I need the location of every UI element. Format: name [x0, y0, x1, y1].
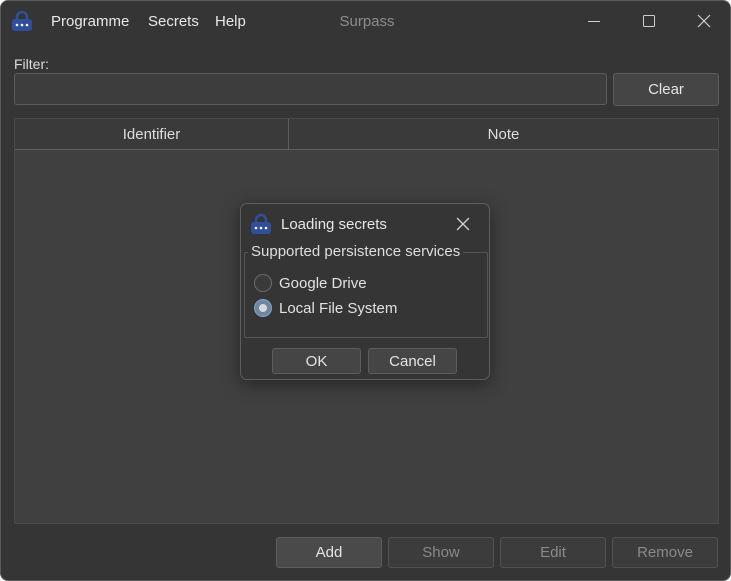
window-title: Surpass	[339, 13, 395, 30]
persistence-services-group	[244, 252, 488, 338]
radio-local-file-system[interactable]: Local File System	[254, 298, 397, 318]
lock-icon	[251, 213, 271, 234]
clear-button[interactable]: Clear	[613, 73, 719, 106]
menu-programme[interactable]: Programme	[51, 13, 129, 30]
dialog-title: Loading secrets	[281, 216, 387, 233]
group-title: Supported persistence services	[248, 243, 464, 260]
loading-secrets-dialog: Loading secrets Supported persistence se…	[240, 203, 490, 380]
show-button[interactable]: Show	[388, 537, 494, 568]
maximize-button[interactable]	[626, 1, 672, 41]
remove-button[interactable]: Remove	[612, 537, 718, 568]
menu-help[interactable]: Help	[215, 13, 246, 30]
main-window: Programme Secrets Help Surpass Filter: C…	[0, 0, 731, 581]
title-bar: Programme Secrets Help Surpass	[1, 1, 730, 43]
radio-label: Local File System	[279, 299, 398, 317]
filter-label: Filter:	[14, 56, 49, 72]
column-identifier[interactable]: Identifier	[15, 119, 289, 149]
table-header: Identifier Note	[15, 119, 718, 150]
lock-icon	[12, 10, 32, 31]
dialog-close-button[interactable]	[449, 210, 477, 238]
maximize-icon	[643, 15, 655, 27]
menu-secrets[interactable]: Secrets	[148, 13, 199, 30]
column-note[interactable]: Note	[289, 119, 718, 149]
close-icon	[697, 14, 711, 28]
add-button[interactable]: Add	[276, 537, 382, 568]
ok-button[interactable]: OK	[272, 348, 361, 374]
minimize-icon	[588, 21, 600, 22]
minimize-button[interactable]	[571, 1, 617, 41]
filter-input[interactable]	[14, 73, 607, 105]
radio-google-drive[interactable]: Google Drive	[254, 273, 367, 293]
radio-button-checked[interactable]	[254, 299, 272, 317]
cancel-button[interactable]: Cancel	[368, 348, 457, 374]
edit-button[interactable]: Edit	[500, 537, 606, 568]
close-button[interactable]	[681, 1, 727, 41]
radio-button[interactable]	[254, 274, 272, 292]
close-icon	[456, 217, 470, 231]
radio-label: Google Drive	[279, 274, 367, 292]
